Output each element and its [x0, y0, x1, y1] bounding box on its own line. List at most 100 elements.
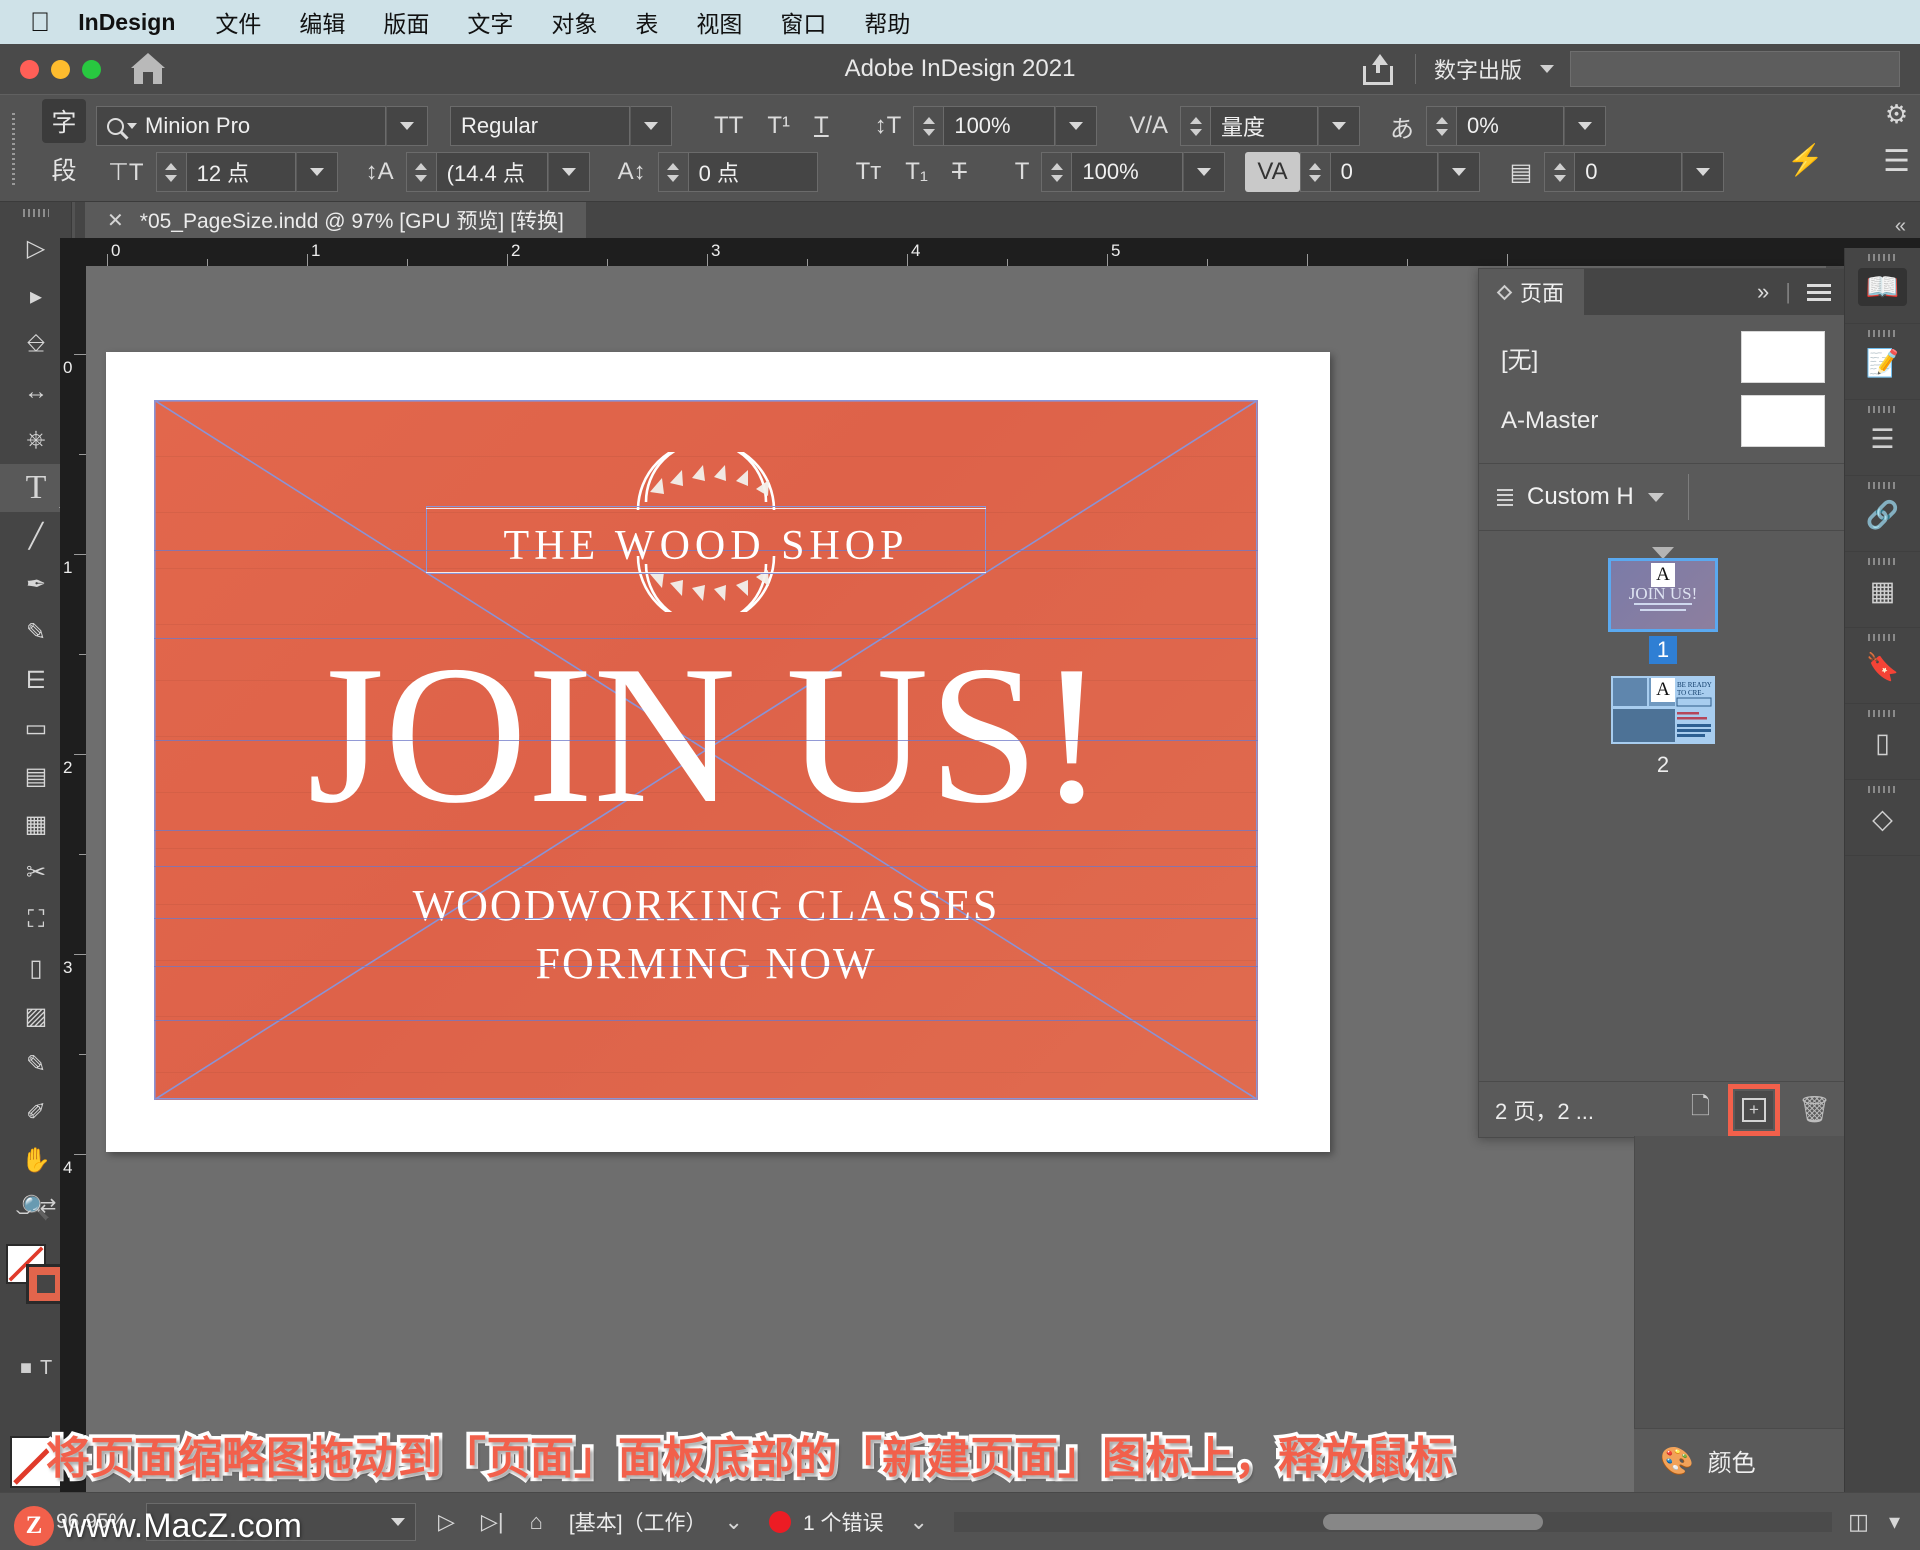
menu-window[interactable]: 窗口 — [780, 5, 826, 39]
links-dock-icon[interactable]: 🔗 — [1845, 476, 1920, 552]
master-thumbnail[interactable] — [1741, 331, 1825, 383]
pages-panel[interactable]: 页面 » | [无] A-Master Custom H A JOIN US! … — [1478, 268, 1848, 1138]
horizontal-scrollbar[interactable] — [953, 1511, 1833, 1532]
font-size-stepper[interactable] — [155, 152, 186, 192]
error-dropdown-icon[interactable]: ⌄ — [909, 1509, 927, 1535]
menu-edit[interactable]: 编辑 — [299, 5, 345, 39]
skew-field[interactable]: 0 — [1574, 152, 1683, 192]
color-panel[interactable]: 🎨 颜色 — [1634, 1428, 1844, 1492]
skew-dropdown[interactable] — [1682, 152, 1725, 192]
maximize-window-button[interactable] — [82, 59, 101, 79]
share-icon[interactable] — [1355, 52, 1401, 86]
search-input[interactable] — [1570, 51, 1900, 87]
vertical-ruler[interactable]: 0 1 2 3 4 — [60, 266, 86, 1492]
menu-app-name[interactable]: InDesign — [78, 9, 175, 36]
panel-menu-icon[interactable]: ☰ — [1883, 144, 1910, 179]
panel-menu-icon[interactable] — [1807, 283, 1831, 301]
minimize-window-button[interactable] — [51, 59, 70, 79]
baseline-shift-stepper[interactable] — [657, 152, 688, 192]
underline-button[interactable]: T — [802, 106, 841, 146]
default-fill-stroke-icon[interactable]: ⏡ — [16, 1193, 32, 1218]
gear-icon[interactable]: ⚙ — [1885, 99, 1908, 130]
swap-fill-stroke-icon[interactable]: ⇄ — [40, 1193, 57, 1218]
skew-stepper[interactable] — [1544, 152, 1575, 192]
close-icon[interactable]: ✕ — [107, 208, 124, 233]
small-caps-button[interactable]: Tᴛ — [844, 152, 894, 192]
control-panel-grip[interactable] — [12, 113, 15, 185]
font-size-dropdown[interactable] — [295, 152, 338, 192]
font-style-dropdown[interactable] — [630, 106, 672, 146]
apply-color-icon[interactable]: ■ — [20, 1357, 32, 1380]
page-thumbnail-list[interactable]: A JOIN US! 1 BE READY TO CRE- A 2 — [1479, 531, 1847, 1091]
all-caps-button[interactable]: TT — [702, 106, 755, 146]
document-tab[interactable]: ✕ *05_PageSize.indd @ 97% [GPU 预览] [转换] — [85, 202, 586, 238]
apple-logo-icon[interactable]:  — [30, 8, 50, 36]
subscript-button[interactable]: T₁ — [893, 152, 940, 192]
page-number-2[interactable]: 2 — [1649, 751, 1677, 779]
tsume-field[interactable]: 0% — [1456, 106, 1565, 146]
font-family-field[interactable]: Minion Pro — [96, 106, 386, 146]
close-window-button[interactable] — [20, 59, 39, 79]
duplicate-spread-icon[interactable]: 🗋 — [1691, 1089, 1710, 1130]
libraries-dock-icon[interactable]: 🔖 — [1845, 628, 1920, 704]
horizontal-scale-field[interactable]: 100% — [1071, 152, 1184, 192]
split-view-icon[interactable]: ◫ — [1848, 1509, 1869, 1535]
workspace-label[interactable]: [基本]（工作） — [569, 1507, 707, 1537]
layers-dock-icon[interactable]: ◇ — [1845, 780, 1920, 856]
strikethrough-button[interactable]: T — [940, 152, 979, 192]
vertical-scale-field[interactable]: 100% — [943, 106, 1056, 146]
page-thumbnail-1[interactable]: A JOIN US! — [1608, 558, 1718, 632]
trash-icon[interactable]: 🗑 — [1798, 1094, 1831, 1125]
menu-file[interactable]: 文件 — [215, 5, 261, 39]
baseline-shift-field[interactable]: 0 点 — [687, 152, 818, 192]
apply-gradient-icon[interactable]: T — [40, 1357, 52, 1380]
horizontal-scale-dropdown[interactable] — [1183, 152, 1226, 192]
master-row-none[interactable]: [无] — [1479, 325, 1847, 389]
kerning-dropdown[interactable] — [1318, 106, 1361, 146]
horizontal-scale-stepper[interactable] — [1041, 152, 1072, 192]
page-thumbnail-2[interactable]: BE READY TO CRE- A — [1611, 676, 1715, 744]
menu-object[interactable]: 对象 — [551, 5, 597, 39]
poster-artwork[interactable]: THE WOOD SHOP JOIN US! WOODWORKING CLASS… — [154, 400, 1258, 1100]
page-sheet[interactable]: THE WOOD SHOP JOIN US! WOODWORKING CLASS… — [106, 352, 1330, 1152]
panel-splitter[interactable] — [1687, 474, 1689, 520]
leading-field[interactable]: (14.4 点 — [435, 152, 548, 192]
last-page-icon[interactable]: ▷| — [481, 1509, 504, 1535]
menu-view[interactable]: 视图 — [696, 5, 742, 39]
publish-selector[interactable]: 数字出版 — [1434, 53, 1554, 85]
page-number-1[interactable]: 1 — [1648, 636, 1678, 664]
master-thumbnail[interactable] — [1741, 395, 1825, 447]
font-style-field[interactable]: Regular — [450, 106, 630, 146]
tracking-dropdown[interactable] — [1437, 152, 1480, 192]
horizontal-ruler[interactable]: 0 1 2 3 4 5 — [75, 238, 1920, 266]
menu-type[interactable]: 文字 — [467, 5, 513, 39]
properties-dock-icon[interactable]: 📝 — [1845, 324, 1920, 400]
gradient-dock-icon[interactable]: ▯ — [1845, 704, 1920, 780]
kerning-stepper[interactable] — [1180, 106, 1211, 146]
font-size-field[interactable]: 12 点 — [185, 152, 296, 192]
tab-pages[interactable]: 页面 — [1479, 269, 1585, 315]
superscript-button[interactable]: T¹ — [755, 106, 802, 146]
double-chevron-right-icon[interactable]: » — [1757, 279, 1769, 305]
tracking-stepper[interactable] — [1299, 152, 1330, 192]
new-page-icon[interactable]: + — [1734, 1090, 1773, 1129]
chevron-down-icon[interactable] — [1647, 492, 1664, 502]
font-family-dropdown[interactable] — [386, 106, 428, 146]
vertical-scale-stepper[interactable] — [913, 106, 944, 146]
double-chevron-left-icon[interactable]: « — [1895, 215, 1920, 238]
home-icon[interactable] — [131, 53, 165, 84]
tools-panel-grip[interactable] — [0, 202, 71, 224]
page-size-selector[interactable]: Custom H — [1479, 463, 1847, 531]
next-page-icon[interactable]: ▷ — [438, 1509, 455, 1535]
tsume-dropdown[interactable] — [1564, 106, 1607, 146]
vertical-scale-dropdown[interactable] — [1055, 106, 1098, 146]
object-styles-dock-icon[interactable]: ▦ — [1845, 552, 1920, 628]
master-row-a-master[interactable]: A-Master — [1479, 389, 1847, 453]
kerning-field[interactable]: 量度 — [1210, 106, 1319, 146]
preflight-icon[interactable]: ⌂ — [530, 1509, 543, 1535]
menu-layout[interactable]: 版面 — [383, 5, 429, 39]
view-options-icon[interactable]: ▾ — [1889, 1509, 1900, 1535]
character-formatting-button[interactable]: 字 — [42, 99, 86, 143]
menu-table[interactable]: 表 — [635, 5, 658, 39]
quick-apply-icon[interactable]: ⚡ — [1787, 143, 1824, 178]
